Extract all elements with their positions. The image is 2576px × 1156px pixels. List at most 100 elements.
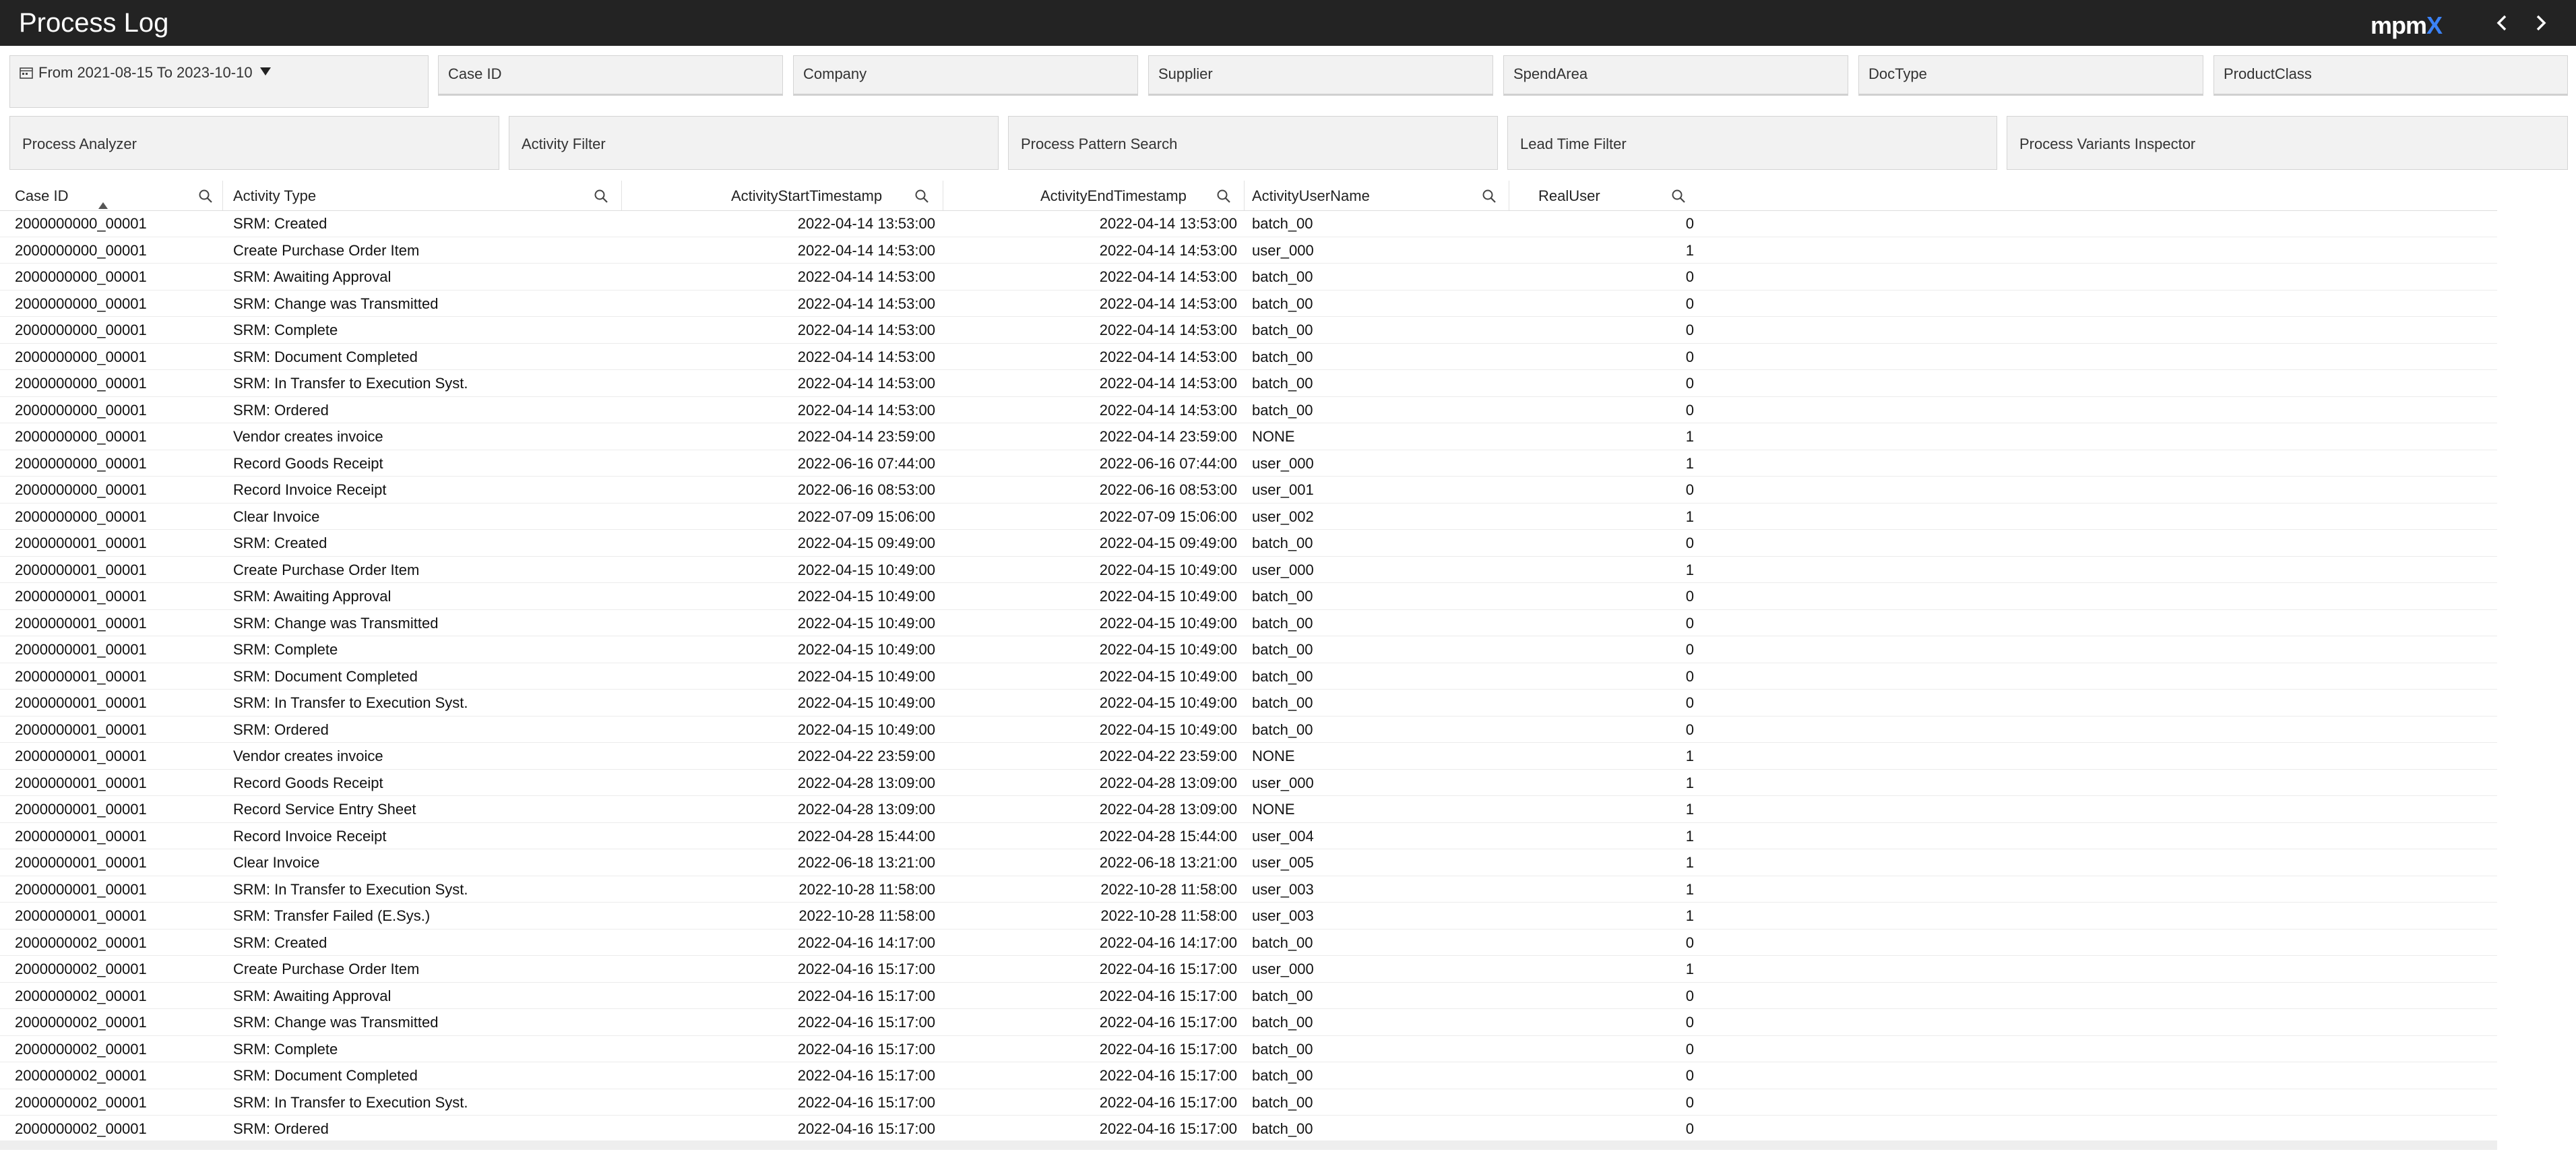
case-id-cell: 2000000000_00001	[15, 348, 147, 365]
table-row[interactable]: 2000000002_00001 SRM: Awaiting Approval 20…	[0, 983, 2497, 1009]
start-timestamp-cell: 2022-04-15 10:49:00	[797, 561, 935, 578]
case-id-cell: 2000000002_00001	[15, 1093, 147, 1111]
search-icon[interactable]	[1216, 189, 1231, 204]
table-row[interactable]: 2000000001_00001 SRM: Awaiting Approval 20…	[0, 583, 2497, 610]
process-pattern-search-button[interactable]: Process Pattern Search	[1008, 116, 1498, 170]
table-row[interactable]: 2000000002_00001 SRM: Change was Transmit…	[0, 1009, 2497, 1036]
user-name-cell: batch_00	[1252, 535, 1313, 551]
supplier-filter[interactable]: Supplier	[1148, 55, 1493, 96]
table-row[interactable]: 2000000002_00001 SRM: Created 2022-04-16 1…	[0, 930, 2497, 956]
spendarea-filter[interactable]: SpendArea	[1503, 55, 1848, 96]
user-name-cell: batch_00	[1252, 694, 1313, 711]
table-row[interactable]: 2000000001_00001 SRM: Created 2022-04-15 0…	[0, 530, 2497, 557]
table-row[interactable]: 2000000000_00001 Vendor creates invoice 20…	[0, 423, 2497, 450]
table-row[interactable]: 2000000001_00001 Vendor creates invoice 20…	[0, 743, 2497, 770]
table-row[interactable]: 2000000000_00001 Clear Invoice 2022-07-09 …	[0, 504, 2497, 530]
column-header-real-user[interactable]: RealUser	[1509, 181, 1705, 210]
real-user-cell: 0	[1685, 322, 1694, 338]
table-row[interactable]: 2000000001_00001 Create Purchase Order It…	[0, 557, 2497, 583]
user-name-cell: batch_00	[1252, 1014, 1313, 1031]
user-name-cell: batch_00	[1252, 322, 1313, 338]
case-id-filter-label: Case ID	[448, 65, 502, 82]
table-row[interactable]: 2000000000_00001 SRM: Created 2022-04-14 1…	[0, 210, 2497, 237]
table-row[interactable]: 2000000002_00001 Create Purchase Order It…	[0, 956, 2497, 983]
table-row[interactable]: 2000000000_00001 SRM: Awaiting Approval 20…	[0, 264, 2497, 291]
productclass-filter[interactable]: ProductClass	[2213, 55, 2568, 96]
case-id-cell: 2000000001_00001	[15, 667, 147, 685]
start-timestamp-cell: 2022-04-16 15:17:00	[797, 961, 935, 977]
case-id-filter[interactable]: Case ID	[438, 55, 783, 96]
table-row[interactable]: 2000000000_00001 SRM: Document Completed 2…	[0, 344, 2497, 370]
table-row[interactable]: 2000000002_00001 SRM: In Transfer to Exec…	[0, 1089, 2497, 1116]
activity-type-cell: Record Goods Receipt	[233, 774, 383, 791]
table-row[interactable]: 2000000002_00001 SRM: Complete 2022-04-16 …	[0, 1036, 2497, 1062]
table-row[interactable]: 2000000001_00001 SRM: In Transfer to Exec…	[0, 690, 2497, 717]
case-id-cell: 2000000002_00001	[15, 934, 147, 951]
process-analyzer-label: Process Analyzer	[22, 135, 137, 152]
table-row[interactable]: 2000000001_00001 SRM: Change was Transmit…	[0, 610, 2497, 636]
table-row[interactable]: 2000000000_00001 Create Purchase Order It…	[0, 237, 2497, 264]
case-id-cell: 2000000000_00001	[15, 268, 147, 285]
column-header-activity-start-timestamp[interactable]: ActivityStartTimestamp	[622, 181, 943, 210]
start-timestamp-cell: 2022-06-16 08:53:00	[797, 481, 935, 498]
real-user-cell: 0	[1685, 667, 1694, 685]
end-timestamp-cell: 2022-10-28 11:58:00	[1100, 907, 1237, 924]
search-icon[interactable]	[914, 189, 929, 204]
search-icon[interactable]	[594, 189, 608, 204]
table-row[interactable]: 2000000000_00001 SRM: In Transfer to Exec…	[0, 370, 2497, 397]
table-row[interactable]: 2000000002_00001 SRM: Ordered 2022-04-16 1…	[0, 1116, 2497, 1143]
end-timestamp-cell: 2022-04-15 10:49:00	[1099, 641, 1237, 658]
table-row[interactable]: 2000000002_00001 SRM: Document Completed 2…	[0, 1062, 2497, 1089]
supplier-filter-label: Supplier	[1158, 65, 1213, 82]
real-user-cell: 0	[1685, 268, 1694, 285]
column-header-activity-user-name[interactable]: ActivityUserName	[1245, 181, 1509, 210]
table-row[interactable]: 2000000000_00001 Record Invoice Receipt 20…	[0, 477, 2497, 504]
horizontal-scrollbar[interactable]	[0, 1140, 2497, 1150]
start-timestamp-cell: 2022-04-16 15:17:00	[797, 1067, 935, 1084]
column-header-case-id[interactable]: Case ID	[0, 181, 222, 210]
doctype-filter[interactable]: DocType	[1858, 55, 2203, 96]
end-timestamp-cell: 2022-04-16 15:17:00	[1099, 1014, 1237, 1031]
table-row[interactable]: 2000000001_00001 Record Invoice Receipt 20…	[0, 823, 2497, 849]
table-row[interactable]: 2000000001_00001 SRM: Document Completed 2…	[0, 663, 2497, 690]
process-analyzer-button[interactable]: Process Analyzer	[9, 116, 499, 170]
table-row[interactable]: 2000000001_00001 SRM: Ordered 2022-04-15 1…	[0, 717, 2497, 743]
start-timestamp-cell: 2022-04-22 23:59:00	[797, 748, 935, 764]
user-name-cell: user_000	[1252, 241, 1314, 259]
company-filter[interactable]: Company	[793, 55, 1138, 96]
real-user-cell: 0	[1685, 1093, 1694, 1111]
date-range-filter[interactable]: From 2021-08-15 To 2023-10-10	[9, 55, 429, 108]
search-icon[interactable]	[198, 189, 213, 204]
table-row[interactable]: 2000000000_00001 SRM: Change was Transmit…	[0, 291, 2497, 317]
activity-type-cell: Record Invoice Receipt	[233, 827, 387, 845]
table-row[interactable]: 2000000001_00001 Record Service Entry She…	[0, 796, 2497, 823]
table-row[interactable]: 2000000001_00001 SRM: Complete 2022-04-15 …	[0, 636, 2497, 663]
start-timestamp-cell: 2022-04-28 15:44:00	[797, 827, 935, 845]
column-header-activity-end-timestamp[interactable]: ActivityEndTimestamp	[943, 181, 1244, 210]
forward-button[interactable]	[2527, 9, 2554, 36]
activity-filter-button[interactable]: Activity Filter	[509, 116, 999, 170]
column-header-activity-type[interactable]: Activity Type	[223, 181, 621, 210]
user-name-cell: user_000	[1252, 454, 1314, 472]
user-name-cell: user_004	[1252, 827, 1314, 845]
table-row[interactable]: 2000000000_00001 Record Goods Receipt 2022…	[0, 450, 2497, 477]
lead-time-filter-button[interactable]: Lead Time Filter	[1507, 116, 1997, 170]
table-row[interactable]: 2000000001_00001 SRM: Transfer Failed (E.…	[0, 903, 2497, 930]
search-icon[interactable]	[1671, 189, 1686, 204]
user-name-cell: batch_00	[1252, 268, 1313, 285]
back-button[interactable]	[2489, 9, 2516, 36]
table-row[interactable]: 2000000001_00001 Record Goods Receipt 2022…	[0, 770, 2497, 796]
table-row[interactable]: 2000000001_00001 SRM: In Transfer to Exec…	[0, 876, 2497, 903]
end-timestamp-cell: 2022-04-14 14:53:00	[1099, 348, 1237, 365]
table-row[interactable]: 2000000000_00001 SRM: Ordered 2022-04-14 1…	[0, 397, 2497, 423]
process-variants-inspector-button[interactable]: Process Variants Inspector	[2007, 116, 2568, 170]
real-user-cell: 1	[1685, 508, 1694, 525]
table-row[interactable]: 2000000000_00001 SRM: Complete 2022-04-14 …	[0, 317, 2497, 344]
end-timestamp-cell: 2022-04-16 15:17:00	[1099, 1093, 1237, 1111]
table-row[interactable]: 2000000001_00001 Clear Invoice 2022-06-18 …	[0, 849, 2497, 876]
search-icon[interactable]	[1482, 189, 1497, 204]
activity-type-cell: SRM: Change was Transmitted	[233, 614, 439, 632]
activity-type-cell: SRM: Awaiting Approval	[233, 268, 391, 285]
user-name-cell: NONE	[1252, 428, 1295, 445]
activity-type-cell: Clear Invoice	[233, 854, 320, 871]
